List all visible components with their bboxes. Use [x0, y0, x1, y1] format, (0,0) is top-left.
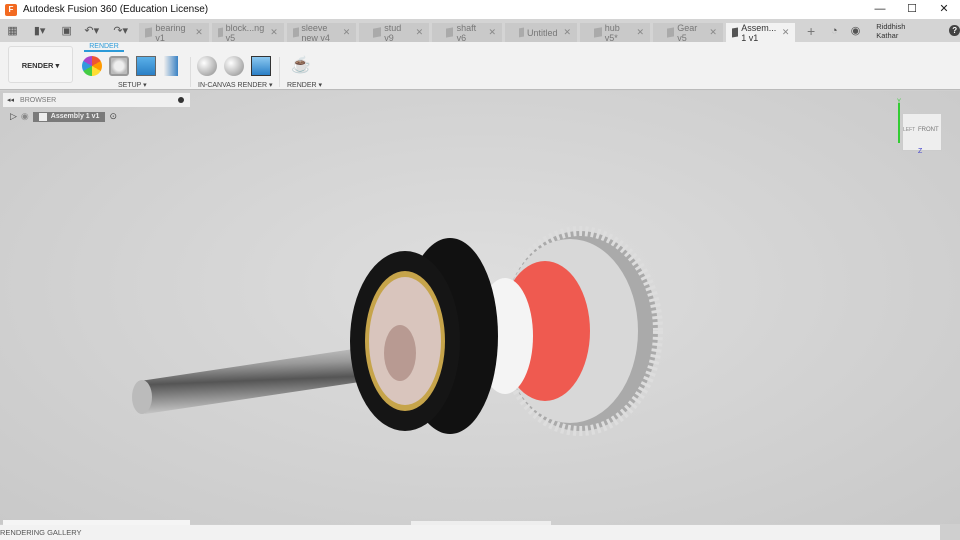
- notifications-icon[interactable]: ◉: [847, 24, 864, 37]
- close-tab-icon[interactable]: ✕: [780, 27, 790, 38]
- tab-render[interactable]: RENDER: [84, 43, 124, 52]
- canvas-viewport[interactable]: Y LEFT FRONT Z: [0, 91, 960, 524]
- title-bar: F Autodesk Fusion 360 (Education License…: [0, 0, 960, 19]
- bearing-bore: [384, 325, 416, 381]
- rendering-gallery-bar[interactable]: RENDERING GALLERY: [0, 525, 940, 540]
- viewcube-front-face[interactable]: FRONT: [918, 127, 939, 133]
- component-icon: [292, 27, 299, 38]
- render-group-label[interactable]: RENDER ▾: [287, 81, 322, 89]
- close-window-button[interactable]: ✕: [928, 0, 960, 19]
- tab-label: sleeve new v4: [301, 22, 330, 43]
- component-icon: [217, 27, 223, 38]
- tab-label: stud v9: [384, 22, 402, 43]
- close-tab-icon[interactable]: ✕: [410, 27, 424, 38]
- y-axis: [898, 103, 900, 143]
- tab-assembly[interactable]: Assem... 1 v1 ✕: [725, 22, 796, 43]
- tab-label: bearing v1: [155, 22, 186, 43]
- new-tab-button[interactable]: +: [802, 23, 819, 39]
- tab-label: hub v5*: [604, 22, 620, 43]
- assembly-model: [132, 226, 663, 436]
- document-tab-bar: ▦ ▮▾ ▣ ↶▾ ↷▾ bearing v1 ✕ block...ng v5 ✕ …: [0, 19, 960, 43]
- viewcube[interactable]: Y LEFT FRONT Z: [897, 99, 948, 159]
- component-icon: [373, 27, 382, 38]
- tab-label: block...ng v5: [225, 22, 265, 43]
- file-menu-icon[interactable]: ▮▾: [25, 24, 54, 37]
- activate-radio-icon[interactable]: ⊙: [109, 111, 117, 122]
- expand-arrow-icon[interactable]: ▷: [10, 111, 17, 122]
- undo-icon[interactable]: ↶▾: [79, 24, 104, 37]
- tab-hub[interactable]: hub v5* ✕: [580, 22, 650, 43]
- tab-shaft[interactable]: shaft v6 ✕: [432, 22, 503, 43]
- close-tab-icon[interactable]: ✕: [337, 27, 351, 38]
- window-title: Autodesk Fusion 360 (Education License): [23, 4, 209, 15]
- divider: [279, 57, 280, 87]
- browser-panel-header[interactable]: ◂◂ BROWSER: [3, 93, 190, 107]
- close-tab-icon[interactable]: ✕: [264, 27, 278, 38]
- component-icon: [145, 27, 153, 38]
- tab-label: Gear v5: [677, 22, 698, 43]
- close-tab-icon[interactable]: ✕: [189, 27, 203, 38]
- tab-untitled[interactable]: Untitled ✕: [505, 23, 578, 42]
- job-status-icon[interactable]: ◔: [826, 25, 843, 37]
- toolbar-ribbon: RENDER ▾ RENDER SETUP ▾ IN-CANVAS RENDER…: [0, 42, 960, 90]
- component-icon: [519, 27, 525, 38]
- maximize-button[interactable]: ☐: [896, 0, 928, 19]
- divider: [190, 57, 191, 87]
- browser-title: BROWSER: [20, 96, 57, 104]
- workspace-switcher[interactable]: RENDER ▾: [8, 46, 73, 83]
- component-icon: [446, 27, 454, 38]
- user-name[interactable]: Riddhish Kathar: [876, 22, 927, 40]
- redo-icon[interactable]: ↷▾: [108, 24, 133, 37]
- in-canvas-settings-icon[interactable]: [224, 56, 244, 76]
- component-icon: [666, 27, 675, 38]
- z-axis-label: Z: [918, 148, 923, 155]
- app-grid-icon[interactable]: ▦: [4, 24, 21, 37]
- collapse-browser-icon[interactable]: ◂◂: [7, 96, 14, 104]
- appearance-icon[interactable]: [82, 56, 102, 76]
- in-canvas-render-group-label[interactable]: IN-CANVAS RENDER ▾: [198, 81, 273, 89]
- close-tab-icon[interactable]: ✕: [483, 27, 497, 38]
- decal-icon[interactable]: [164, 56, 178, 76]
- tab-block[interactable]: block...ng v5 ✕: [211, 22, 284, 43]
- help-icon[interactable]: ?: [949, 25, 960, 36]
- tab-label: Assem... 1 v1: [741, 22, 777, 43]
- teapot-render-icon[interactable]: ☕: [291, 56, 311, 76]
- close-tab-icon[interactable]: ✕: [630, 27, 644, 38]
- tab-label: Untitled: [527, 27, 558, 38]
- tab-sleeve[interactable]: sleeve new v4 ✕: [286, 22, 357, 43]
- setup-group-label[interactable]: SETUP ▾: [118, 81, 147, 89]
- in-canvas-render-icon[interactable]: [197, 56, 217, 76]
- component-icon: [594, 27, 602, 38]
- fusion-logo-icon: F: [5, 3, 17, 16]
- scene-settings-icon[interactable]: [109, 56, 129, 76]
- capture-image-icon[interactable]: [251, 56, 271, 76]
- shaft-end: [132, 380, 152, 414]
- visibility-eye-icon[interactable]: ◉: [21, 111, 29, 122]
- viewcube-left-face[interactable]: LEFT: [903, 127, 915, 133]
- save-icon[interactable]: ▣: [58, 24, 75, 37]
- y-axis-label: Y: [897, 99, 902, 105]
- minimize-button[interactable]: —: [864, 0, 896, 19]
- tab-bearing[interactable]: bearing v1 ✕: [139, 22, 209, 43]
- assembly-icon: [38, 112, 47, 121]
- tab-stud[interactable]: stud v9 ✕: [359, 22, 430, 43]
- tab-label: shaft v6: [456, 22, 477, 43]
- texture-map-icon[interactable]: [136, 56, 156, 76]
- component-icon: [731, 27, 739, 38]
- close-tab-icon[interactable]: ✕: [703, 27, 717, 38]
- pin-icon[interactable]: [178, 97, 184, 103]
- browser-root-node[interactable]: ▷ ◉ Assembly 1 v1 ⊙: [10, 111, 117, 122]
- close-tab-icon[interactable]: ✕: [558, 27, 572, 38]
- tab-gear[interactable]: Gear v5 ✕: [652, 22, 723, 43]
- root-component-label[interactable]: Assembly 1 v1: [51, 113, 100, 120]
